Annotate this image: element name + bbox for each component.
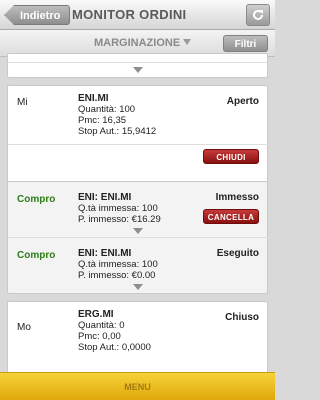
order-info: ERG.MI Quantità: 0 Pmc: 0,00 Stop Aut.: … (78, 309, 151, 353)
list-item-partial (7, 53, 269, 78)
order-status: Eseguito (216, 248, 259, 259)
expand-arrow-icon[interactable] (133, 67, 143, 73)
order-info: ENI.MI Quantità: 100 Pmc: 16,35 Stop Aut… (78, 93, 156, 137)
expand-arrow-icon[interactable] (133, 284, 143, 290)
order-ticker: ENI: ENI.MI (78, 192, 132, 203)
order-group: Compro ENI: ENI.MI Q.tà immessa: 100 P. … (7, 181, 269, 294)
back-button[interactable]: Indietro (4, 5, 71, 25)
order-status: Immesso (215, 192, 259, 203)
order-status: Chiuso (225, 312, 259, 323)
order-detail: P. immesso: €16.29 (78, 214, 161, 225)
order-detail: Q.tà immessa: 100 (78, 203, 158, 214)
cancel-order-button[interactable]: CANCELLA (203, 209, 259, 224)
order-detail: Quantità: 100 (78, 104, 136, 115)
order-detail: Quantità: 0 (78, 320, 125, 331)
order-ticker: ENI.MI (78, 93, 109, 104)
divider (8, 144, 269, 145)
order-info: ENI: ENI.MI Q.tà immessa: 100 P. immesso… (78, 248, 158, 281)
section-selector[interactable]: MARGINAZIONE (94, 37, 192, 49)
order-detail: Pmc: 0,00 (78, 331, 121, 342)
section-label: MARGINAZIONE (94, 37, 181, 49)
expand-arrow-icon[interactable] (133, 228, 143, 234)
order-detail: Stop Aut.: 0,0000 (78, 342, 151, 353)
order-side: Mi (17, 97, 28, 108)
order-info: ENI: ENI.MI Q.tà immessa: 100 P. immesso… (78, 192, 161, 225)
order-card[interactable]: Mo ERG.MI Quantità: 0 Pmc: 0,00 Stop Aut… (7, 301, 268, 373)
menu-label: MENU (124, 382, 151, 392)
divider (8, 237, 269, 238)
order-detail: Pmc: 16,35 (78, 115, 127, 126)
filter-button[interactable]: Filtri (223, 35, 268, 52)
order-list[interactable]: Mi ENI.MI Quantità: 100 Pmc: 16,35 Stop … (0, 53, 275, 373)
order-side: Compro (17, 194, 56, 205)
refresh-button[interactable] (246, 4, 270, 26)
top-bar: Indietro MONITOR ORDINI (0, 0, 275, 30)
order-detail: P. immesso: €0.00 (78, 270, 156, 281)
order-side: Mo (17, 322, 31, 333)
order-ticker: ERG.MI (78, 309, 114, 320)
order-detail: Q.tà immessa: 100 (78, 259, 158, 270)
order-status: Aperto (226, 96, 259, 107)
order-detail: Stop Aut.: 15,9412 (78, 126, 157, 137)
chevron-down-icon (183, 39, 192, 45)
menu-bar[interactable]: MENU (0, 372, 275, 400)
refresh-icon (253, 9, 263, 20)
divider (8, 62, 269, 63)
order-side: Compro (17, 250, 56, 261)
close-order-button[interactable]: CHIUDI (203, 149, 259, 164)
page-title: MONITOR ORDINI (72, 7, 187, 22)
order-ticker: ENI: ENI.MI (78, 248, 132, 259)
